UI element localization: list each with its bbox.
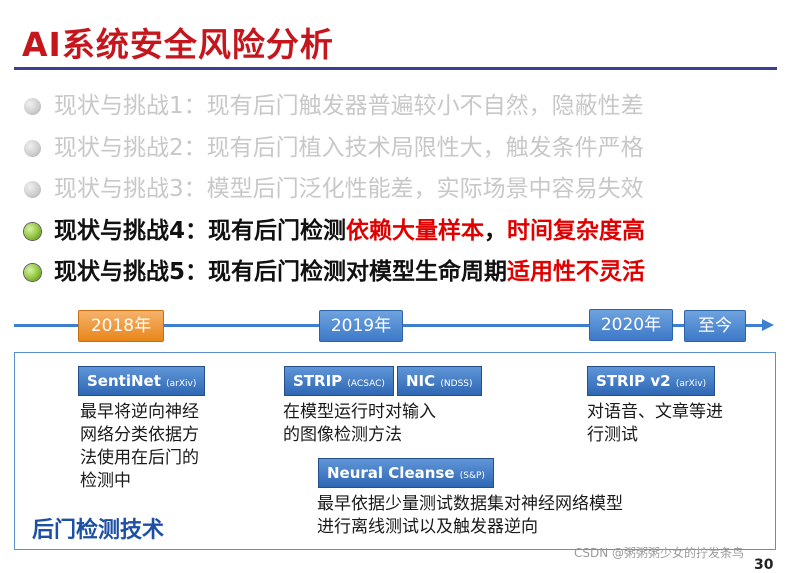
method-desc-strip-v2: 对语音、文章等进 行测试 [587, 401, 723, 447]
method-name: NIC [406, 372, 436, 390]
method-name: STRIP [293, 372, 343, 390]
bullet-dot-icon [24, 139, 41, 157]
method-venue: (arXiv) [675, 379, 707, 389]
desc-line: 最早依据少量测试数据集对神经网络模型 [317, 494, 623, 514]
challenge-item-2: 现状与挑战2：现有后门植入技术局限性大，触发条件严格 [22, 128, 645, 170]
desc-line: 最早将逆向神经 [80, 402, 199, 422]
challenge-text: 现状与挑战4：现有后门检测 [54, 217, 347, 244]
bullet-dot-icon [24, 98, 41, 115]
method-venue: (S&P) [459, 471, 485, 481]
challenge-highlight: 适用性不灵活 [507, 259, 646, 285]
desc-line: 行测试 [587, 425, 638, 445]
page-number: 30 [754, 557, 774, 573]
method-tag-strip-v2: STRIP v2 (arXiv) [587, 366, 716, 396]
panel-label: 后门检测技术 [32, 518, 165, 543]
method-venue: (ACSAC) [347, 379, 385, 389]
challenge-text: 现状与挑战3：模型后门泛化性能差，实际场景中容易失效 [54, 176, 644, 202]
desc-line: 在模型运行时对输入 [283, 402, 436, 422]
challenge-item-4: 现状与挑战4：现有后门检测依赖大量样本，时间复杂度高 [22, 211, 645, 253]
challenge-item-3: 现状与挑战3：模型后门泛化性能差，实际场景中容易失效 [22, 169, 645, 211]
desc-line: 网络分类依据方 [80, 425, 199, 445]
method-tag-neural-cleanse: Neural Cleanse (S&P) [318, 458, 494, 488]
challenge-highlight: 时间复杂度高 [507, 217, 646, 244]
year-2020: 2020年 [589, 309, 673, 341]
year-2019: 2019年 [319, 310, 403, 342]
title-divider [14, 67, 777, 70]
method-tag-nic: NIC (NDSS) [397, 366, 482, 396]
method-name: STRIP v2 [596, 372, 671, 390]
desc-line: 对语音、文章等进 [587, 402, 723, 422]
desc-line: 法使用在后门的 [80, 448, 199, 468]
challenge-item-1: 现状与挑战1：现有后门触发器普遍较小不自然，隐蔽性差 [22, 86, 645, 128]
method-desc-neural-cleanse: 最早依据少量测试数据集对神经网络模型 进行离线测试以及触发器逆向 [317, 493, 623, 539]
challenge-highlight: 依赖大量样本 [346, 217, 485, 244]
year-2018: 2018年 [78, 310, 164, 342]
challenge-text: 现状与挑战5：现有后门检测对模型生命周期 [54, 259, 508, 285]
challenge-item-5: 现状与挑战5：现有后门检测对模型生命周期适用性不灵活 [22, 252, 645, 294]
year-present: 至今 [684, 310, 746, 342]
method-desc-strip: 在模型运行时对输入 的图像检测方法 [283, 401, 436, 447]
desc-line: 检测中 [80, 471, 131, 491]
method-tag-sentinet: SentiNet (arXiv) [78, 366, 206, 396]
method-venue: (NDSS) [440, 379, 473, 389]
slide-title: AI系统安全风险分析 [22, 25, 334, 64]
challenge-text: 现状与挑战1：现有后门触发器普遍较小不自然，隐蔽性差 [54, 93, 644, 119]
desc-line: 进行离线测试以及触发器逆向 [317, 517, 538, 537]
method-name: Neural Cleanse [327, 464, 455, 482]
challenge-text: ， [484, 217, 508, 244]
method-name: SentiNet [87, 372, 161, 390]
challenge-list: 现状与挑战1：现有后门触发器普遍较小不自然，隐蔽性差 现状与挑战2：现有后门植入… [22, 86, 645, 294]
bullet-dot-icon [24, 181, 41, 198]
timeline-arrow-icon [762, 319, 774, 331]
method-tag-strip: STRIP (ACSAC) [284, 366, 394, 396]
bullet-dot-icon [24, 222, 41, 240]
method-venue: (arXiv) [166, 379, 197, 389]
watermark: CSDN @粥粥粥少女的拧发条鸟 [574, 546, 745, 560]
method-desc-sentinet: 最早将逆向神经 网络分类依据方 法使用在后门的 检测中 [80, 401, 199, 493]
challenge-text: 现状与挑战2：现有后门植入技术局限性大，触发条件严格 [54, 134, 644, 161]
desc-line: 的图像检测方法 [283, 425, 402, 445]
bullet-dot-icon [24, 264, 41, 281]
